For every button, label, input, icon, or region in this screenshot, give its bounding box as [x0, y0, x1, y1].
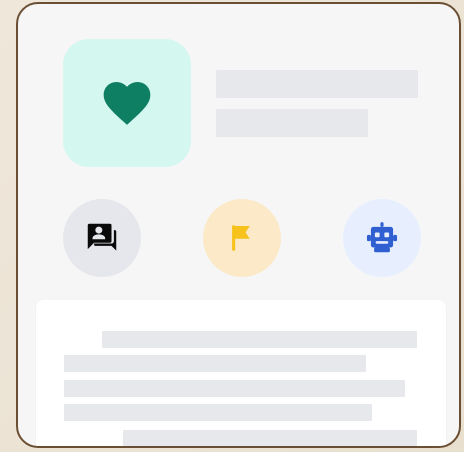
content-panel [36, 300, 446, 446]
text-skeleton-line [64, 404, 372, 421]
card [16, 2, 461, 448]
contact-button[interactable] [63, 199, 141, 277]
flag-button[interactable] [203, 199, 281, 277]
text-skeleton-line [64, 380, 405, 397]
hero-tile[interactable] [63, 39, 191, 167]
robot-button[interactable] [343, 199, 421, 277]
text-skeleton-line [102, 331, 417, 348]
subtitle-skeleton [216, 109, 368, 137]
heart-icon [103, 82, 151, 125]
text-skeleton-line [123, 430, 417, 446]
contact-chat-icon [87, 223, 117, 251]
stage [0, 0, 464, 452]
flag-icon [232, 225, 250, 251]
robot-icon [366, 222, 398, 253]
text-skeleton-line [64, 355, 366, 372]
title-skeleton [216, 70, 418, 98]
